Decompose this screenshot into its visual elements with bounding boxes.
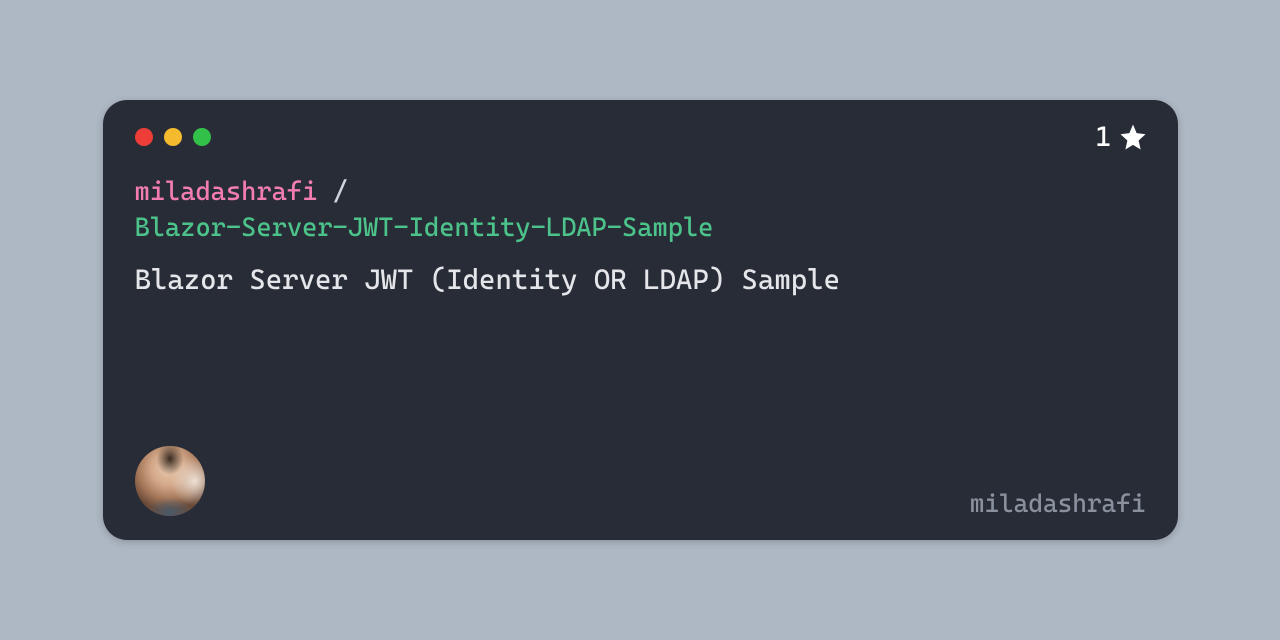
window-controls [135,128,1146,146]
username-label: miladashrafi [970,489,1146,518]
repo-card: 1 miladashrafi / Blazor-Server-JWT-Ident… [103,100,1178,540]
repo-name: Blazor-Server-JWT-Identity-LDAP-Sample [135,213,714,243]
repo-separator: / [317,177,347,207]
close-dot-icon [135,128,153,146]
star-icon [1118,122,1148,152]
star-count-container: 1 [1095,120,1147,153]
repo-owner: miladashrafi [135,177,318,207]
repo-path: miladashrafi / Blazor-Server-JWT-Identit… [135,174,1146,247]
repo-description: Blazor Server JWT (Identity OR LDAP) Sam… [135,261,1146,299]
avatar [135,446,205,516]
minimize-dot-icon [164,128,182,146]
maximize-dot-icon [193,128,211,146]
star-count: 1 [1095,120,1111,153]
